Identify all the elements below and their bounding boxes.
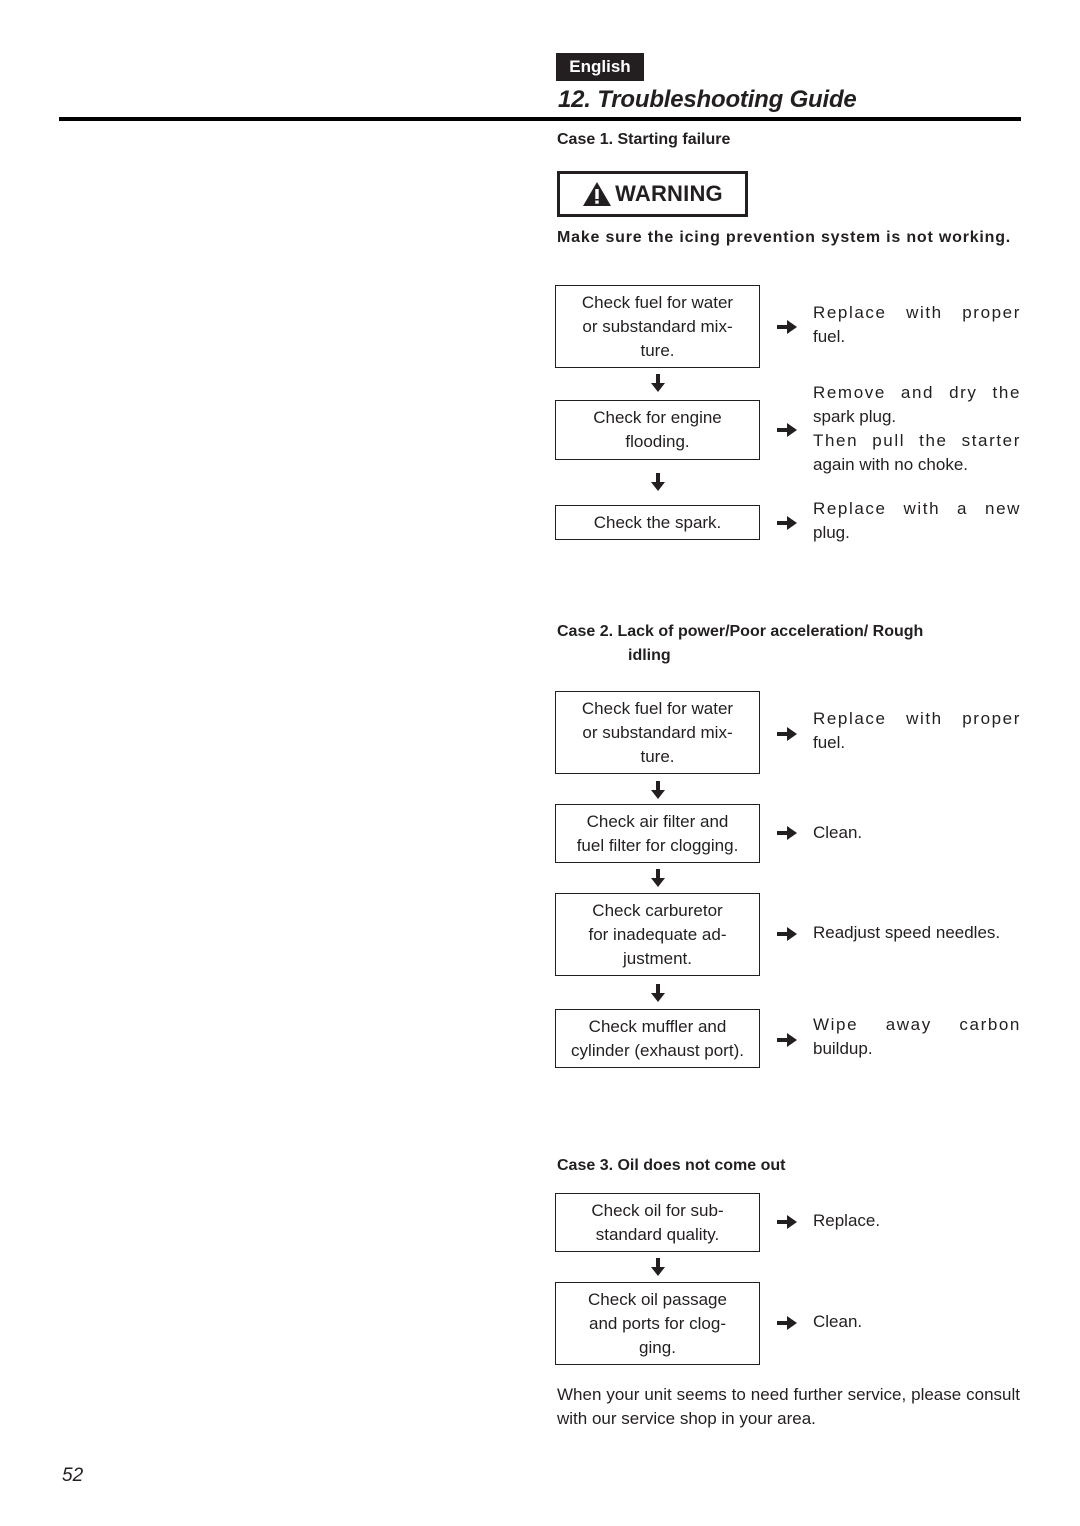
arrow-right-icon: [777, 927, 797, 941]
case2-remedy-4: Wipe away carbon buildup.: [813, 1013, 1021, 1061]
arrow-right-icon: [777, 423, 797, 437]
remedy-line: buildup.: [813, 1039, 873, 1058]
remedy-line: Then pull the starter: [813, 431, 1021, 450]
case3-check-box-2: Check oil passage and ports for clog- gi…: [555, 1282, 760, 1365]
remedy-line: Replace.: [813, 1211, 881, 1230]
remedy-line: Clean.: [813, 1312, 863, 1331]
case2-check-box-2: Check air filter and fuel filter for clo…: [555, 804, 760, 863]
case2-check-box-4: Check muffler and cylinder (exhaust port…: [555, 1009, 760, 1068]
arrow-right-icon: [777, 516, 797, 530]
case2-heading: Case 2. Lack of power/Poor acceleration/…: [557, 623, 924, 640]
case3-remedy-2: Clean.: [813, 1310, 1021, 1334]
remedy-line: again with no choke.: [813, 455, 968, 474]
header-rule-divider: [59, 117, 1021, 121]
arrow-down-icon: [651, 374, 665, 392]
language-badge: English: [556, 53, 644, 81]
case2-remedy-3: Readjust speed needles.: [813, 921, 1021, 945]
remedy-line: Remove and dry the: [813, 383, 1021, 402]
case2-check-box-3: Check carburetor for inadequate ad- just…: [555, 893, 760, 976]
warning-label: WARNING: [615, 181, 723, 206]
remedy-line: Clean.: [813, 823, 863, 842]
remedy-line: plug.: [813, 523, 850, 542]
service-note: When your unit seems to need further ser…: [557, 1385, 1020, 1428]
case1-check-box-2: Check for engine flooding.: [555, 400, 760, 460]
arrow-down-icon: [651, 984, 665, 1002]
arrow-right-icon: [777, 320, 797, 334]
arrow-right-icon: [777, 1033, 797, 1047]
case2-remedy-1: Replace with proper fuel.: [813, 707, 1021, 755]
arrow-down-icon: [651, 1258, 665, 1276]
arrow-right-icon: [777, 826, 797, 840]
case1-check-box-1: Check fuel for water or substandard mix-…: [555, 285, 760, 368]
case3-check-box-1: Check oil for sub- standard quality.: [555, 1193, 760, 1252]
remedy-line: spark plug.: [813, 407, 897, 426]
case2-check-box-1: Check fuel for water or substandard mix-…: [555, 691, 760, 774]
case2-remedy-2: Clean.: [813, 821, 1021, 845]
case1-remedy-2: Remove and dry the spark plug. Then pull…: [813, 381, 1021, 477]
page-number: 52: [62, 1465, 84, 1486]
section-title: 12. Troubleshooting Guide: [558, 86, 857, 113]
case1-check-box-3: Check the spark.: [555, 505, 760, 540]
case1-remedy-3: Replace with a new plug.: [813, 497, 1021, 545]
remedy-line: Replace with a new: [813, 499, 1021, 518]
arrow-right-icon: [777, 727, 797, 741]
case3-remedy-1: Replace.: [813, 1209, 1021, 1233]
arrow-down-icon: [651, 473, 665, 491]
arrow-right-icon: [777, 1215, 797, 1229]
warning-box: WARNING: [557, 171, 748, 217]
arrow-down-icon: [651, 781, 665, 799]
remedy-line: Replace with proper: [813, 709, 1021, 728]
remedy-line: Readjust speed needles.: [813, 923, 1001, 942]
arrow-down-icon: [651, 869, 665, 887]
case1-heading: Case 1. Starting failure: [557, 131, 731, 148]
arrow-right-icon: [777, 1316, 797, 1330]
warning-triangle-icon: [583, 182, 612, 206]
case3-heading: Case 3. Oil does not come out: [557, 1157, 786, 1174]
remedy-line: fuel.: [813, 327, 846, 346]
remedy-line: Wipe away carbon: [813, 1015, 1021, 1034]
case2-heading-continued: idling: [628, 647, 671, 664]
remedy-line: Replace with proper: [813, 303, 1021, 322]
case1-remedy-1: Replace with proper fuel.: [813, 301, 1021, 349]
remedy-line: fuel.: [813, 733, 846, 752]
warning-note: Make sure the icing prevention system is…: [557, 229, 1012, 246]
